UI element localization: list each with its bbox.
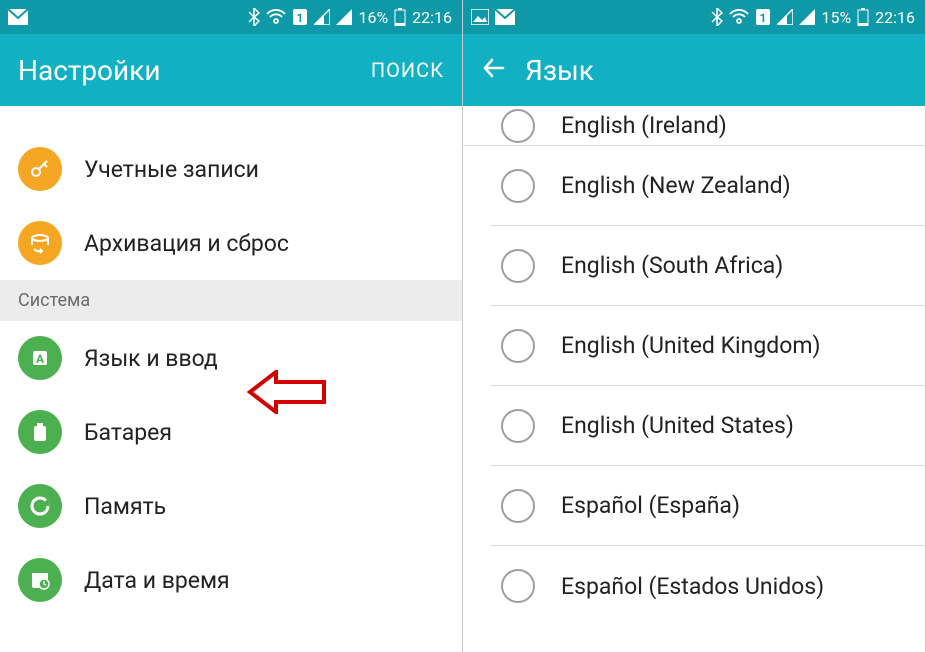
- sim-icon: 1: [292, 8, 308, 26]
- radio-icon[interactable]: [501, 109, 535, 143]
- row-label: Дата и время: [84, 567, 230, 594]
- row-battery[interactable]: Батарея: [0, 395, 462, 469]
- lang-label: English (United Kingdom): [561, 332, 821, 359]
- radio-icon[interactable]: [501, 329, 535, 363]
- lang-label: English (South Africa): [561, 252, 783, 279]
- back-button[interactable]: [481, 55, 507, 85]
- lang-option[interactable]: English (United States): [491, 386, 925, 466]
- status-bar: 1 16% 22:16: [0, 0, 462, 34]
- calendar-icon: [18, 558, 62, 602]
- globe-icon: A: [18, 336, 62, 380]
- battery-icon: [18, 410, 62, 454]
- clock-time: 22:16: [875, 8, 915, 27]
- lang-label: English (United States): [561, 412, 794, 439]
- wifi-icon: [266, 9, 286, 25]
- svg-text:A: A: [36, 352, 45, 366]
- gmail-icon: [495, 9, 515, 25]
- battery-percent: 15%: [821, 8, 851, 27]
- bluetooth-icon: [711, 8, 723, 26]
- section-header-system: Система: [0, 280, 462, 321]
- battery-percent: 16%: [358, 8, 388, 27]
- clock-time: 22:16: [412, 8, 452, 27]
- storage-icon: [18, 484, 62, 528]
- image-icon: [471, 9, 489, 25]
- language-list[interactable]: English (Ireland) English (New Zealand) …: [463, 106, 925, 652]
- lang-option[interactable]: English (New Zealand): [491, 146, 925, 226]
- row-backup[interactable]: Архивация и сброс: [0, 206, 462, 280]
- row-label: Учетные записи: [84, 156, 259, 183]
- radio-icon[interactable]: [501, 169, 535, 203]
- lang-label: Español (España): [561, 492, 740, 519]
- svg-text:1: 1: [297, 11, 304, 25]
- settings-content: Учетные записи Архивация и сброс Система…: [0, 106, 462, 652]
- battery-icon: [394, 8, 406, 26]
- radio-icon[interactable]: [501, 569, 535, 603]
- lang-label: English (New Zealand): [561, 172, 791, 199]
- backup-icon: [18, 221, 62, 265]
- page-title: Язык: [525, 54, 594, 87]
- screen-settings: 1 16% 22:16 Настройки ПОИСК Учетные запи…: [0, 0, 463, 652]
- signal1-icon: [314, 9, 330, 25]
- row-label: Батарея: [84, 419, 172, 446]
- svg-text:1: 1: [760, 11, 767, 25]
- row-language[interactable]: A Язык и ввод: [0, 321, 462, 395]
- app-bar-language: Язык: [463, 34, 925, 106]
- lang-option[interactable]: English (United Kingdom): [491, 306, 925, 386]
- lang-label: English (Ireland): [561, 112, 727, 139]
- row-label: Память: [84, 493, 166, 520]
- sim-icon: 1: [755, 8, 771, 26]
- radio-icon[interactable]: [501, 409, 535, 443]
- battery-icon: [857, 8, 869, 26]
- lang-option[interactable]: Español (Estados Unidos): [491, 546, 925, 626]
- wifi-icon: [729, 9, 749, 25]
- signal2-icon: [336, 9, 352, 25]
- search-action[interactable]: ПОИСК: [371, 58, 444, 82]
- lang-option[interactable]: English (Ireland): [463, 106, 925, 146]
- lang-option[interactable]: Español (España): [491, 466, 925, 546]
- signal2-icon: [799, 9, 815, 25]
- gmail-icon: [8, 9, 28, 25]
- lang-label: Español (Estados Unidos): [561, 573, 824, 600]
- row-accounts[interactable]: Учетные записи: [0, 132, 462, 206]
- row-label: Язык и ввод: [84, 345, 218, 372]
- lang-option[interactable]: English (South Africa): [491, 226, 925, 306]
- key-icon: [18, 147, 62, 191]
- screen-language: 1 15% 22:16 Язык English (Ireland) En: [463, 0, 926, 652]
- app-bar-settings: Настройки ПОИСК: [0, 34, 462, 106]
- radio-icon[interactable]: [501, 489, 535, 523]
- signal1-icon: [777, 9, 793, 25]
- row-datetime[interactable]: Дата и время: [0, 543, 462, 617]
- row-label: Архивация и сброс: [84, 230, 289, 257]
- row-storage[interactable]: Память: [0, 469, 462, 543]
- radio-icon[interactable]: [501, 249, 535, 283]
- status-bar: 1 15% 22:16: [463, 0, 925, 34]
- page-title: Настройки: [18, 54, 160, 87]
- bluetooth-icon: [248, 8, 260, 26]
